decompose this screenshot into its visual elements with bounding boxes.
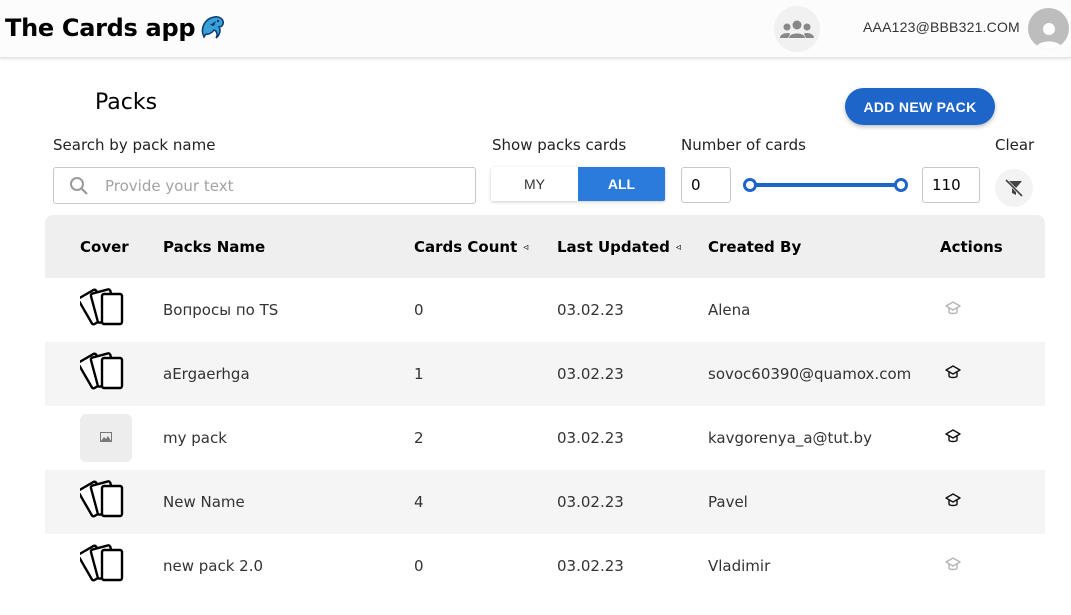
person-icon (1035, 23, 1062, 49)
avatar[interactable] (1028, 8, 1069, 49)
min-cards-input[interactable]: 0 (681, 167, 731, 203)
pack-name[interactable]: Вопросы по TS (163, 301, 278, 319)
col-packs-name[interactable]: Packs Name (163, 238, 265, 256)
col-cover: Cover (80, 238, 129, 256)
col-created-by[interactable]: Created By (708, 238, 801, 256)
learn-action-button[interactable] (945, 492, 961, 512)
app-header: The Cards app AAA123@BBB321.COM (0, 0, 1071, 58)
pack-name[interactable]: aErgaerhga (163, 365, 250, 383)
cards-cover-icon (77, 478, 134, 532)
add-new-pack-button[interactable]: ADD NEW PACK (845, 88, 995, 125)
toggle-my[interactable]: MY (491, 167, 578, 201)
number-of-cards-label: Number of cards (681, 136, 806, 154)
cards-range-slider[interactable] (742, 178, 910, 192)
max-cards-input[interactable]: 110 (922, 167, 980, 203)
users-button[interactable] (774, 6, 820, 52)
sort-arrow-icon[interactable]: ◃ (676, 242, 681, 253)
app-title-text: The Cards app (5, 14, 196, 42)
slider-max-handle[interactable] (894, 178, 908, 192)
user-email[interactable]: AAA123@BBB321.COM (863, 19, 1020, 35)
col-actions: Actions (940, 238, 1003, 256)
last-updated: 03.02.23 (557, 301, 624, 319)
show-packs-label: Show packs cards (492, 136, 627, 154)
learn-action-button[interactable] (945, 364, 961, 384)
created-by: kavgorenya_a@tut.by (708, 429, 872, 447)
toggle-all[interactable]: ALL (578, 167, 665, 201)
cards-count: 2 (414, 429, 424, 447)
col-last-updated[interactable]: Last Updated ◃ (557, 238, 681, 256)
cards-cover-icon (77, 542, 134, 596)
col-last-updated-label: Last Updated (557, 238, 670, 256)
app-title[interactable]: The Cards app (5, 13, 226, 43)
table-row[interactable]: aErgaerhga 1 03.02.23 sovoc60390@quamox.com (45, 342, 1045, 406)
col-cards-count-label: Cards Count (414, 238, 518, 256)
cards-count: 0 (414, 557, 424, 575)
pack-name[interactable]: New Name (163, 493, 245, 511)
last-updated: 03.02.23 (557, 493, 624, 511)
cards-cover-icon (77, 350, 134, 404)
table-row[interactable]: Вопросы по TS 0 03.02.23 Alena (45, 278, 1045, 342)
clear-filters-button[interactable] (995, 169, 1033, 207)
dolphin-logo-icon (201, 16, 225, 39)
pack-name[interactable]: new pack 2.0 (163, 557, 263, 575)
last-updated: 03.02.23 (557, 557, 624, 575)
search-label: Search by pack name (53, 136, 216, 154)
col-cards-count[interactable]: Cards Count ◃ (414, 238, 528, 256)
created-by: Alena (708, 301, 751, 319)
table-row[interactable]: New Name 4 03.02.23 Pavel (45, 470, 1045, 534)
created-by: Vladimir (708, 557, 771, 575)
pack-name[interactable]: my pack (163, 429, 227, 447)
learn-action-button[interactable] (945, 428, 961, 448)
search-field[interactable] (53, 167, 476, 204)
packs-table: Cover Packs Name Cards Count ◃ Last Upda… (45, 215, 1045, 598)
filter-off-icon (1004, 178, 1024, 198)
page-title: Packs (95, 90, 158, 115)
last-updated: 03.02.23 (557, 365, 624, 383)
clear-label: Clear (995, 136, 1035, 154)
school-icon (945, 557, 961, 571)
last-updated: 03.02.23 (557, 429, 624, 447)
created-by: sovoc60390@quamox.com (708, 365, 912, 383)
table-row[interactable]: my pack 2 03.02.23 kavgorenya_a@tut.by (45, 406, 1045, 470)
cards-count: 1 (414, 365, 424, 383)
school-icon (945, 429, 961, 443)
cards-cover-icon (77, 286, 134, 340)
sort-arrow-icon[interactable]: ◃ (523, 242, 528, 253)
search-icon (70, 176, 88, 195)
cards-count: 4 (414, 493, 424, 511)
table-row[interactable]: new pack 2.0 0 03.02.23 Vladimir (45, 534, 1045, 598)
created-by: Pavel (708, 493, 748, 511)
learn-action-button[interactable] (945, 300, 961, 320)
table-header: Cover Packs Name Cards Count ◃ Last Upda… (45, 215, 1045, 278)
school-icon (945, 493, 961, 507)
search-input[interactable] (105, 176, 465, 195)
group-icon (780, 20, 814, 38)
slider-min-handle[interactable] (743, 178, 757, 192)
learn-action-button[interactable] (945, 556, 961, 576)
cards-count: 0 (414, 301, 424, 319)
no-image-icon (80, 414, 132, 462)
school-icon (945, 365, 961, 379)
my-all-toggle[interactable]: MY ALL (491, 167, 665, 201)
school-icon (945, 301, 961, 315)
